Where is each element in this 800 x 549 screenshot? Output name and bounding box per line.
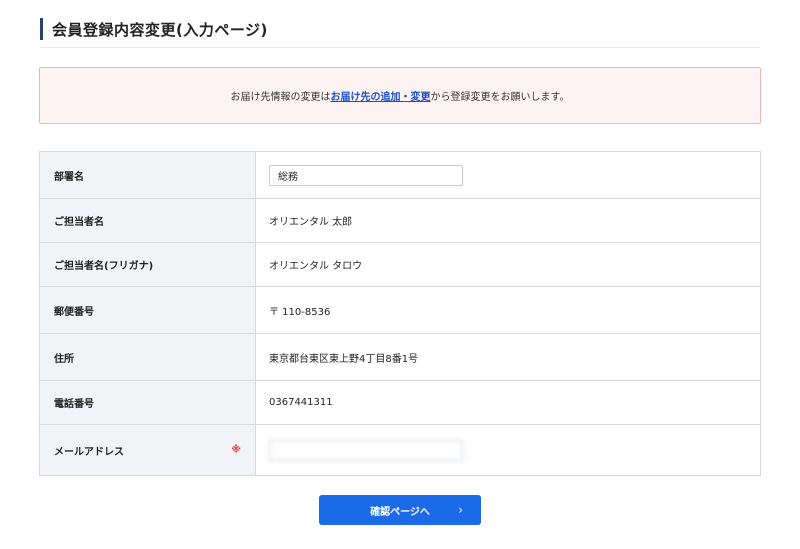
delivery-address-link[interactable]: お届け先の追加・変更 (331, 88, 431, 103)
notice-prefix: お届け先情報の変更は (230, 92, 331, 103)
form-label: 電話番号 (40, 381, 256, 424)
form-value: オリエンタル 太郎 (269, 217, 353, 228)
form-label: ご担当者名(フリガナ) (40, 243, 256, 286)
notice-box: お届け先情報の変更は お届け先の追加・変更 から登録変更をお願いします。 (39, 67, 761, 124)
form-value: 東京都台東区東上野4丁目8番1号 (269, 353, 419, 365)
form-label: メールアドレス (54, 446, 124, 458)
form-label-cell: メールアドレス ※ (40, 425, 256, 475)
notice-suffix: から登録変更をお願いします。 (430, 92, 570, 103)
form-label: 住所 (40, 334, 256, 380)
department-input[interactable] (269, 164, 463, 186)
form-row-phone: 電話番号 0367441311 (40, 381, 760, 425)
form-row-department: 部署名 (40, 152, 760, 199)
form-value: 0367441311 (269, 397, 333, 408)
page-title: 会員登録内容変更(入力ページ) (52, 21, 268, 39)
form-row-address: 住所 東京都台東区東上野4丁目8番1号 (40, 334, 760, 381)
chevron-right-icon: › (458, 503, 463, 517)
required-mark: ※ (231, 444, 241, 456)
page-header: 会員登録内容変更(入力ページ) (40, 14, 760, 48)
form-row-postal-code: 郵便番号 〒 110-8536 (40, 287, 760, 334)
form-row-email: メールアドレス ※ (40, 425, 760, 476)
email-input[interactable] (269, 439, 463, 461)
form-value-cell (256, 152, 760, 198)
form-row-contact-name: ご担当者名 オリエンタル 太郎 (40, 199, 760, 243)
form-label: 郵便番号 (40, 287, 256, 333)
member-form-table: 部署名 ご担当者名 オリエンタル 太郎 ご担当者名(フリガナ) オリエンタル タ… (39, 151, 761, 476)
form-value-cell (256, 425, 760, 475)
form-row-contact-kana: ご担当者名(フリガナ) オリエンタル タロウ (40, 243, 760, 287)
title-accent-bar (40, 18, 43, 40)
confirm-page-button[interactable]: 確認ページへ › (319, 495, 481, 525)
form-label: ご担当者名 (40, 199, 256, 242)
form-value: オリエンタル タロウ (269, 261, 363, 272)
form-value: 〒 110-8536 (269, 306, 331, 318)
form-label: 部署名 (40, 152, 256, 198)
confirm-button-label: 確認ページへ (370, 506, 430, 518)
